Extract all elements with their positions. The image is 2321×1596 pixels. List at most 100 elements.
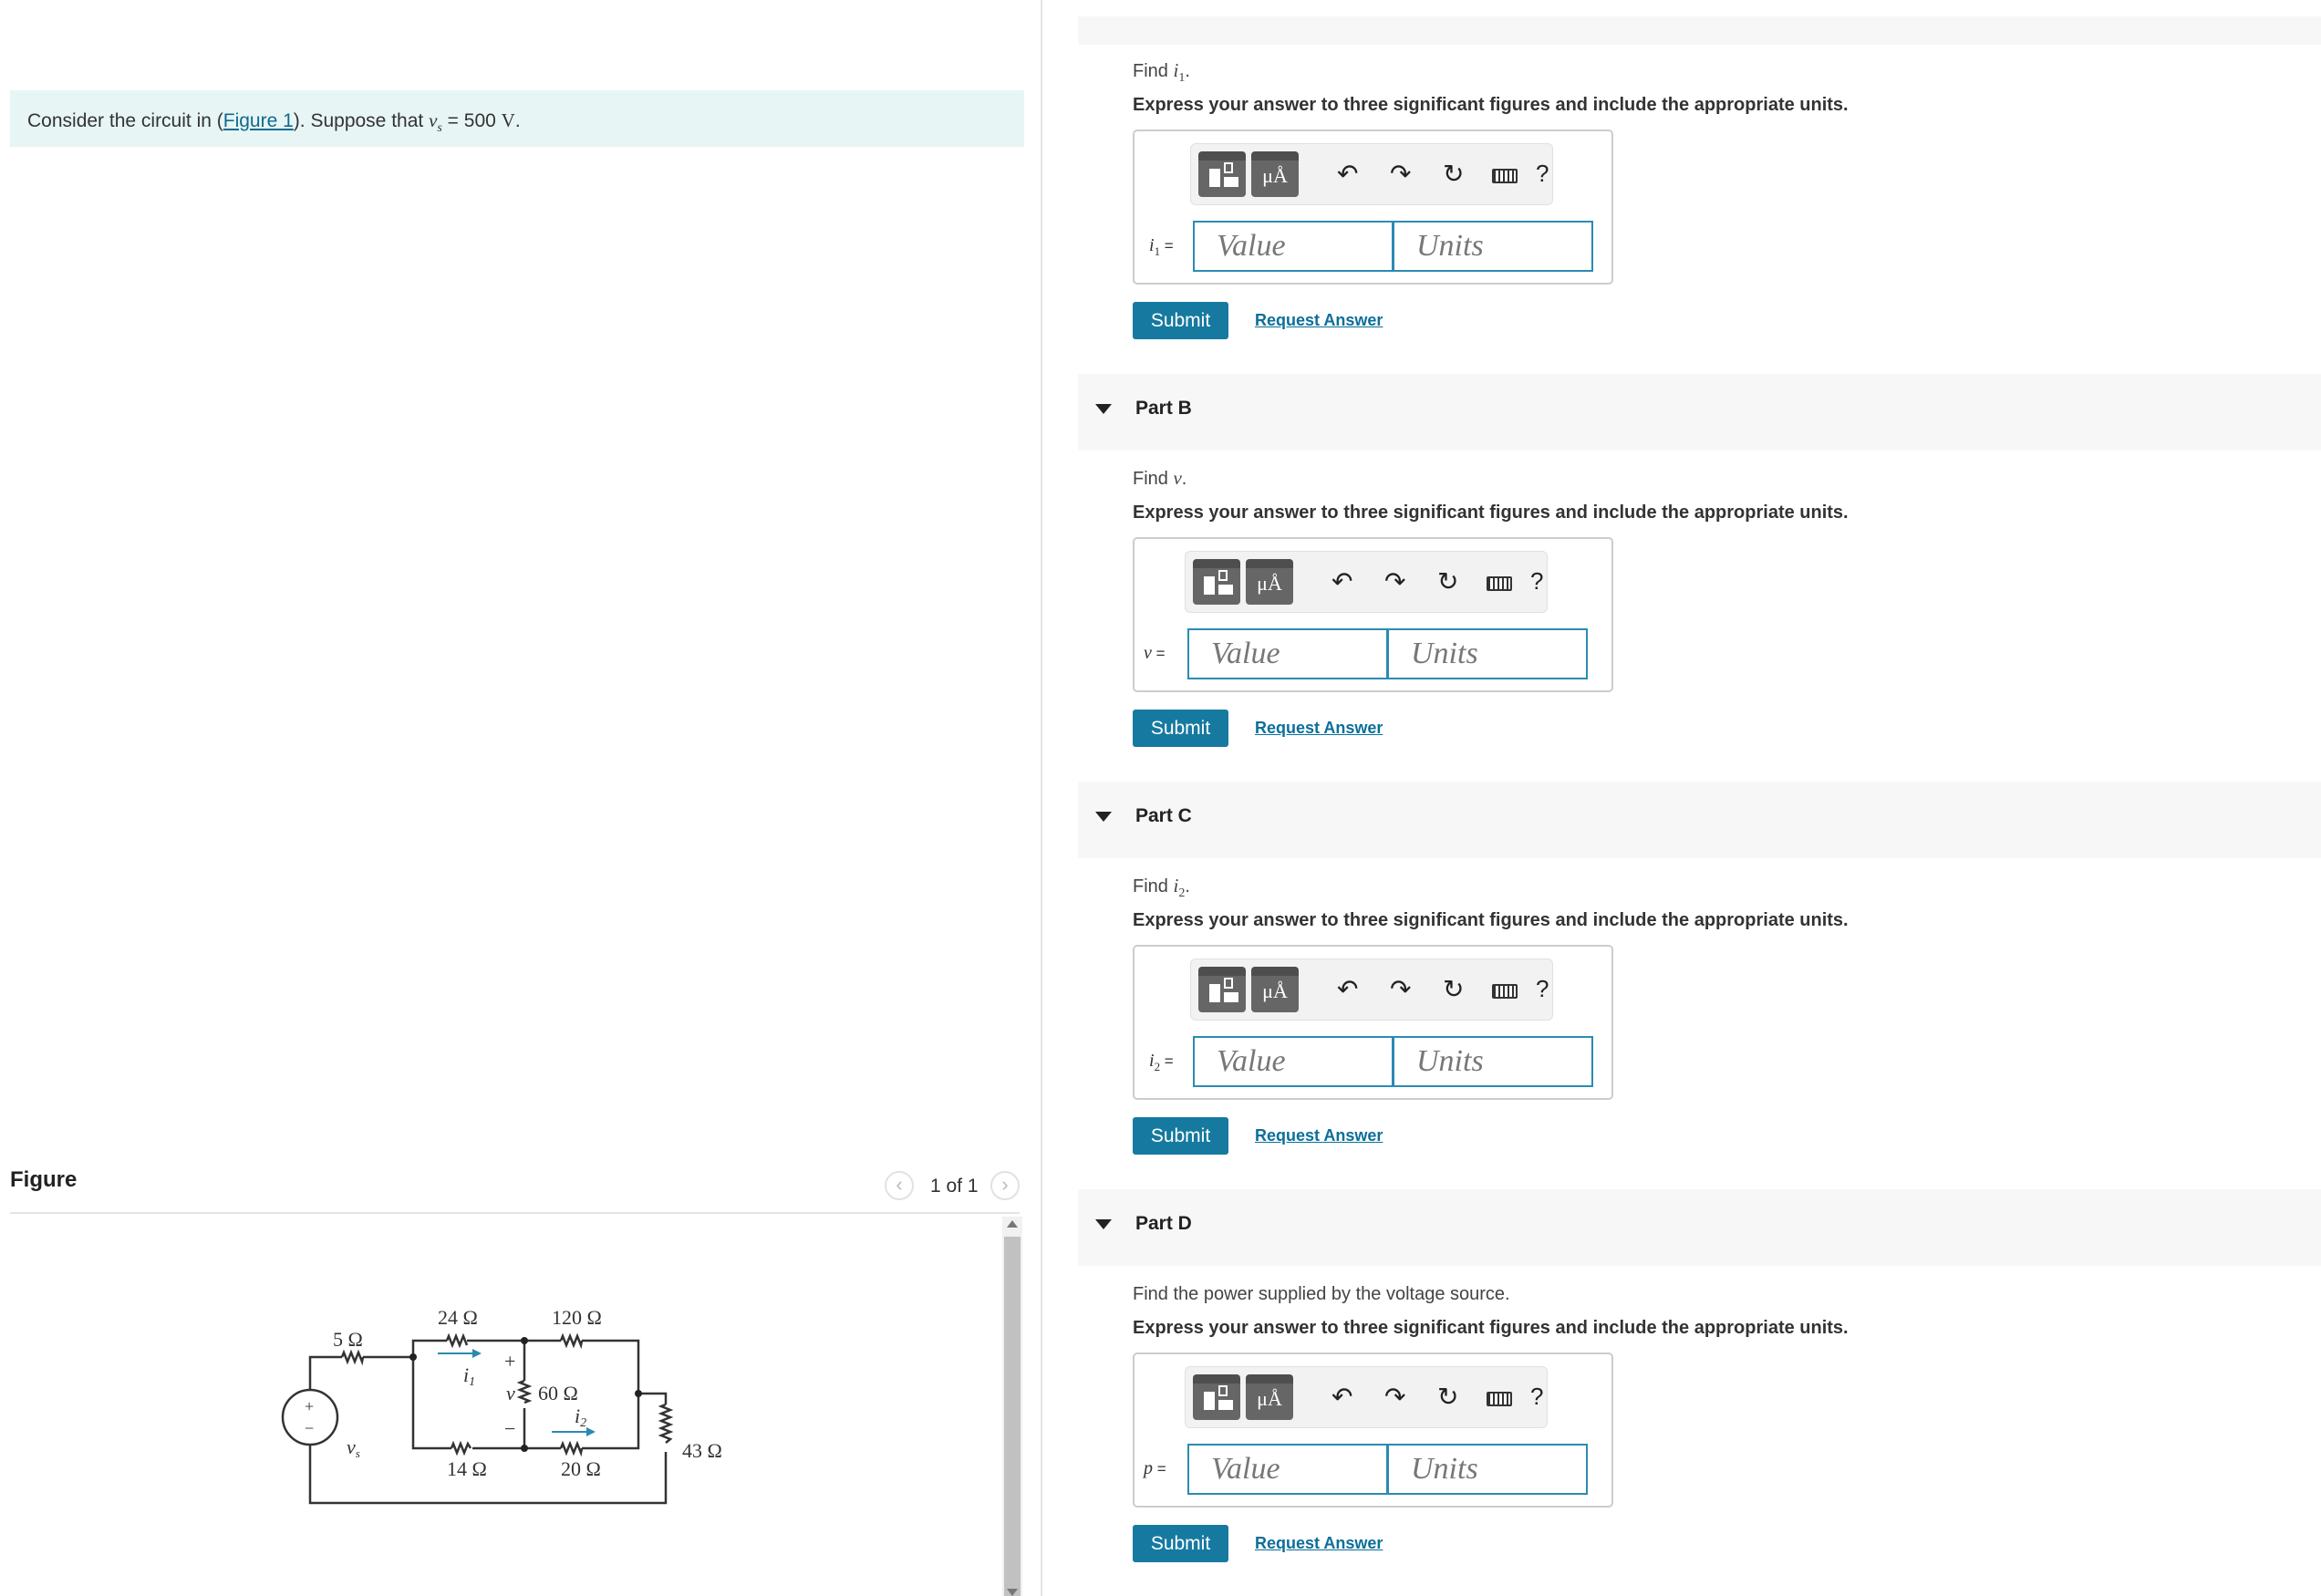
wire [411, 1357, 451, 1450]
arrow-head [586, 1427, 596, 1436]
node-dot [521, 1337, 528, 1344]
keyboard-icon[interactable] [1487, 576, 1512, 591]
label-5-ohm: 5 Ω [333, 1328, 363, 1351]
keyboard-icon[interactable] [1492, 169, 1518, 183]
templates-icon[interactable] [1193, 559, 1240, 605]
chevron-right-icon: › [1001, 1173, 1009, 1196]
help-icon[interactable]: ? [1536, 975, 1549, 1003]
keyboard-icon[interactable] [1487, 1392, 1512, 1406]
math-toolbar: μÅ ↶ ↷ ↻ ? [1190, 143, 1553, 205]
request-answer-link[interactable]: Request Answer [1255, 1126, 1383, 1145]
wire [582, 1339, 668, 1404]
reset-icon[interactable]: ↻ [1443, 976, 1464, 1003]
plus-sign: + [504, 1350, 515, 1373]
units-input[interactable]: Units [1393, 221, 1593, 272]
undo-icon[interactable]: ↶ [1337, 161, 1358, 188]
keyboard-icon[interactable] [1492, 984, 1518, 999]
request-answer-link[interactable]: Request Answer [1255, 1534, 1383, 1553]
reset-icon[interactable]: ↻ [1437, 568, 1458, 596]
request-answer-link[interactable]: Request Answer [1255, 719, 1383, 738]
units-icon[interactable]: μÅ [1251, 151, 1299, 197]
question-text: Find the power supplied by the voltage s… [1133, 1284, 1510, 1304]
label-v: v [506, 1382, 515, 1404]
units-input[interactable]: Units [1393, 1036, 1593, 1087]
part-title: Part C [1135, 805, 1192, 826]
templates-icon[interactable] [1198, 967, 1246, 1012]
resistor-43-ohm [658, 1403, 674, 1444]
collapse-caret-icon[interactable] [1095, 812, 1112, 822]
templates-icon[interactable] [1198, 151, 1246, 197]
source-plus: + [305, 1397, 314, 1415]
help-icon[interactable]: ? [1530, 1383, 1543, 1411]
units-input[interactable]: Units [1387, 1444, 1588, 1495]
instructions-text: Express your answer to three significant… [1133, 910, 1849, 930]
next-figure-button[interactable]: › [990, 1171, 1020, 1200]
units-icon[interactable]: μÅ [1251, 967, 1299, 1012]
figure-scrollbar-thumb[interactable] [1004, 1237, 1021, 1596]
minus-sign: − [504, 1417, 515, 1440]
node-dot [409, 1353, 417, 1361]
value-input[interactable]: Value [1187, 628, 1388, 679]
submit-button[interactable]: Submit [1133, 302, 1228, 339]
label-120-ohm: 120 Ω [552, 1306, 602, 1329]
redo-icon[interactable]: ↷ [1390, 161, 1411, 188]
redo-icon[interactable]: ↷ [1384, 1384, 1405, 1411]
previous-figure-button[interactable]: ‹ [885, 1171, 914, 1200]
instructions-text: Express your answer to three significant… [1133, 1318, 1849, 1338]
request-answer-link[interactable]: Request Answer [1255, 311, 1383, 330]
submit-button[interactable]: Submit [1133, 1525, 1228, 1562]
resistor-14-ohm [450, 1440, 472, 1456]
resistor-60-ohm [516, 1379, 533, 1404]
templates-icon[interactable] [1193, 1374, 1240, 1420]
units-input[interactable]: Units [1387, 628, 1588, 679]
help-icon[interactable]: ? [1530, 567, 1543, 596]
redo-icon[interactable]: ↷ [1384, 568, 1405, 596]
label-vs: vs [347, 1435, 360, 1460]
answer-label: i2 = [1149, 1051, 1174, 1073]
label-43-ohm: 43 Ω [682, 1439, 722, 1462]
instructions-text: Express your answer to three significant… [1133, 503, 1849, 523]
submit-button[interactable]: Submit [1133, 1117, 1228, 1155]
part-header[interactable] [1078, 374, 2321, 451]
question-text: Find i1. [1133, 59, 1190, 85]
scroll-down-arrow-icon[interactable] [1007, 1589, 1018, 1596]
answer-label: v = [1144, 643, 1166, 663]
label-20-ohm: 20 Ω [561, 1457, 601, 1480]
reset-icon[interactable]: ↻ [1437, 1384, 1458, 1411]
wire [582, 1394, 640, 1450]
wire [308, 1355, 342, 1390]
question-text: Find v. [1133, 467, 1187, 489]
undo-icon[interactable]: ↶ [1337, 976, 1358, 1003]
scroll-up-arrow-icon[interactable] [1007, 1220, 1018, 1228]
part-header[interactable] [1078, 1189, 2321, 1266]
column-divider[interactable] [1041, 0, 1042, 1596]
help-icon[interactable]: ? [1536, 160, 1549, 188]
arrow-head [472, 1349, 482, 1358]
value-input[interactable]: Value [1193, 221, 1394, 272]
math-toolbar: μÅ ↶ ↷ ↻ ? [1190, 959, 1553, 1021]
part-title: Part B [1135, 398, 1192, 419]
node-dot [635, 1390, 642, 1397]
redo-icon[interactable]: ↷ [1390, 976, 1411, 1003]
wire [363, 1339, 447, 1359]
units-icon[interactable]: μÅ [1246, 1374, 1293, 1420]
resistor-5-ohm [340, 1349, 365, 1366]
circuit-diagram: 5 Ω 24 Ω 120 Ω 60 Ω 14 Ω 20 Ω 43 Ω i1 i2… [281, 1306, 722, 1505]
math-toolbar: μÅ ↶ ↷ ↻ ? [1185, 551, 1548, 613]
part-header[interactable] [1078, 782, 2321, 858]
value-input[interactable]: Value [1193, 1036, 1394, 1087]
collapse-caret-icon[interactable] [1095, 1219, 1112, 1229]
collapse-caret-icon[interactable] [1095, 404, 1112, 414]
reset-icon[interactable]: ↻ [1443, 161, 1464, 188]
undo-icon[interactable]: ↶ [1331, 1384, 1352, 1411]
figure-divider [10, 1212, 1020, 1214]
label-14-ohm: 14 Ω [447, 1457, 487, 1480]
units-icon[interactable]: μÅ [1246, 559, 1293, 605]
resistor-24-ohm [445, 1332, 469, 1349]
value-input[interactable]: Value [1187, 1444, 1388, 1495]
submit-button[interactable]: Submit [1133, 710, 1228, 747]
undo-icon[interactable]: ↶ [1331, 568, 1352, 596]
part-title: Part D [1135, 1213, 1192, 1234]
figure-1-link[interactable]: Figure 1 [223, 110, 294, 131]
problem-statement: Consider the circuit in (Figure 1). Supp… [27, 109, 521, 136]
